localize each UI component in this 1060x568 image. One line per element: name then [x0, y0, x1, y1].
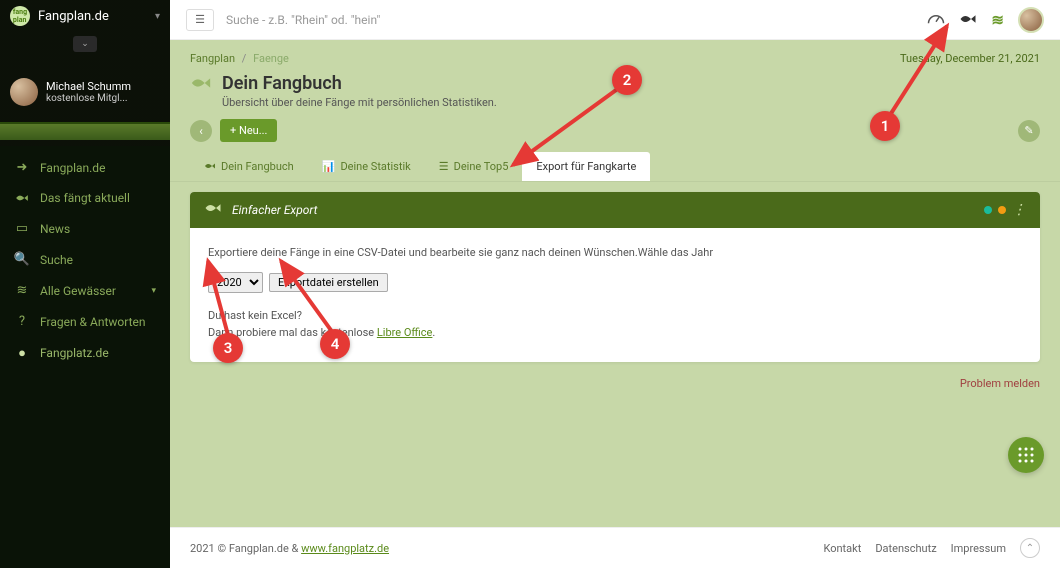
decorative-grass — [0, 122, 170, 140]
fish-icon — [190, 75, 212, 96]
crumb-sep: / — [242, 52, 247, 65]
annotation-marker-2: 2 — [612, 65, 642, 95]
annotation-marker-3: 3 — [213, 333, 243, 363]
user-name: Michael Schumm — [46, 80, 131, 93]
user-avatar-button[interactable] — [1018, 7, 1044, 33]
new-button[interactable]: + Neu... — [220, 119, 277, 142]
status-dot-icon — [984, 206, 992, 214]
hint-text: . — [432, 326, 435, 339]
nav-fangplan[interactable]: ➜ Fangplan.de — [0, 152, 170, 183]
search-icon: 🔍 — [14, 252, 30, 267]
tab-label: Dein Fangbuch — [221, 160, 294, 173]
nav-label: Das fängt aktuell — [40, 191, 130, 205]
status-dot-icon — [998, 206, 1006, 214]
scroll-top-button[interactable]: ⌃ — [1020, 538, 1040, 558]
tab-label: Deine Top5 — [454, 160, 509, 173]
libreoffice-link[interactable]: Libre Office — [377, 326, 433, 339]
user-card[interactable]: Michael Schumm kostenlose Mitgl... — [0, 70, 170, 122]
chart-icon: 📊 — [322, 160, 336, 173]
brand[interactable]: fangplan Fangplan.de ▾ — [0, 0, 170, 32]
annotation-arrow-4 — [275, 255, 345, 340]
question-icon: ? — [14, 314, 30, 329]
footer-link-datenschutz[interactable]: Datenschutz — [875, 542, 936, 555]
chevron-down-icon[interactable]: ▾ — [155, 11, 160, 22]
nav-label: News — [40, 222, 70, 236]
main: ☰ Suche - z.B. "Rhein" od. "hein" ≋ Fang… — [170, 0, 1060, 568]
brand-logo-icon: fangplan — [10, 6, 30, 26]
search-input[interactable]: Suche - z.B. "Rhein" od. "hein" — [226, 13, 927, 27]
footer-link-kontakt[interactable]: Kontakt — [823, 542, 861, 555]
news-icon: ▭ — [14, 221, 30, 236]
nav-suche[interactable]: 🔍 Suche — [0, 244, 170, 275]
hamburger-button[interactable]: ☰ — [186, 9, 214, 31]
tab-label: Deine Statistik — [340, 160, 410, 173]
nav-fangplatz[interactable]: ● Fangplatz.de — [0, 337, 170, 369]
report-problem-link[interactable]: Problem melden — [960, 377, 1040, 390]
nav-gewaesser[interactable]: ≋ Alle Gewässer ▾ — [0, 275, 170, 306]
brand-name: Fangplan.de — [38, 9, 109, 24]
edit-button[interactable]: ✎ — [1018, 120, 1040, 142]
nav-fragen[interactable]: ? Fragen & Antworten — [0, 306, 170, 337]
annotation-marker-4: 4 — [320, 329, 350, 359]
page-subtitle: Übersicht über deine Fänge mit persönlic… — [222, 96, 497, 109]
tab-fangbuch[interactable]: Dein Fangbuch — [190, 152, 308, 181]
nav-aktuell[interactable]: Das fängt aktuell — [0, 183, 170, 213]
apps-fab-button[interactable] — [1008, 437, 1044, 473]
waves-icon: ≋ — [14, 283, 30, 298]
tab-statistik[interactable]: 📊 Deine Statistik — [308, 152, 425, 181]
user-role: kostenlose Mitgl... — [46, 93, 131, 104]
nav-label: Suche — [40, 253, 73, 267]
breadcrumb: Fangplan / Faenge — [190, 52, 289, 65]
panel-title: Einfacher Export — [232, 203, 317, 217]
list-icon: ☰ — [439, 160, 449, 173]
nav-label: Fangplatz.de — [40, 346, 109, 360]
panel-header: Einfacher Export ⋮ — [190, 192, 1040, 228]
nav-label: Fragen & Antworten — [40, 315, 146, 329]
avatar — [10, 78, 38, 106]
chevron-down-icon: ▾ — [151, 286, 156, 296]
arrow-right-icon: ➜ — [14, 160, 30, 175]
fish-icon — [14, 193, 30, 203]
annotation-marker-1: 1 — [870, 111, 900, 141]
nav-label: Alle Gewässer — [40, 284, 116, 298]
page-title: Dein Fangbuch — [222, 73, 497, 94]
nav-label: Fangplan.de — [40, 161, 105, 175]
more-icon[interactable]: ⋮ — [1012, 202, 1026, 218]
dot-icon: ● — [14, 345, 30, 361]
footer-copy: 2021 © Fangplan.de & — [190, 542, 301, 555]
annotation-arrow-2 — [505, 80, 635, 180]
footer: 2021 © Fangplan.de & www.fangplatz.de Ko… — [170, 527, 1060, 568]
annotation-arrow-3 — [200, 255, 240, 340]
sidebar: fangplan Fangplan.de ▾ ⌄ Michael Schumm … — [0, 0, 170, 568]
back-button[interactable]: ‹ — [190, 120, 212, 142]
annotation-arrow-1 — [885, 20, 965, 120]
crumb-leaf: Faenge — [253, 52, 289, 65]
fish-icon — [204, 160, 216, 173]
waves-icon[interactable]: ≋ — [991, 11, 1004, 29]
content-area: Fangplan / Faenge Tuesday, December 21, … — [170, 40, 1060, 527]
problem-row: Problem melden — [170, 362, 1060, 391]
footer-link-impressum[interactable]: Impressum — [951, 542, 1006, 555]
fish-icon — [204, 202, 222, 218]
nav-news[interactable]: ▭ News — [0, 213, 170, 244]
footer-left: 2021 © Fangplan.de & www.fangplatz.de — [190, 542, 389, 555]
crumb-root[interactable]: Fangplan — [190, 52, 235, 65]
sidebar-nav: ➜ Fangplan.de Das fängt aktuell ▭ News 🔍 Su… — [0, 146, 170, 568]
footer-link-fangplatz[interactable]: www.fangplatz.de — [301, 542, 389, 555]
collapse-sidebar-button[interactable]: ⌄ — [73, 36, 97, 52]
